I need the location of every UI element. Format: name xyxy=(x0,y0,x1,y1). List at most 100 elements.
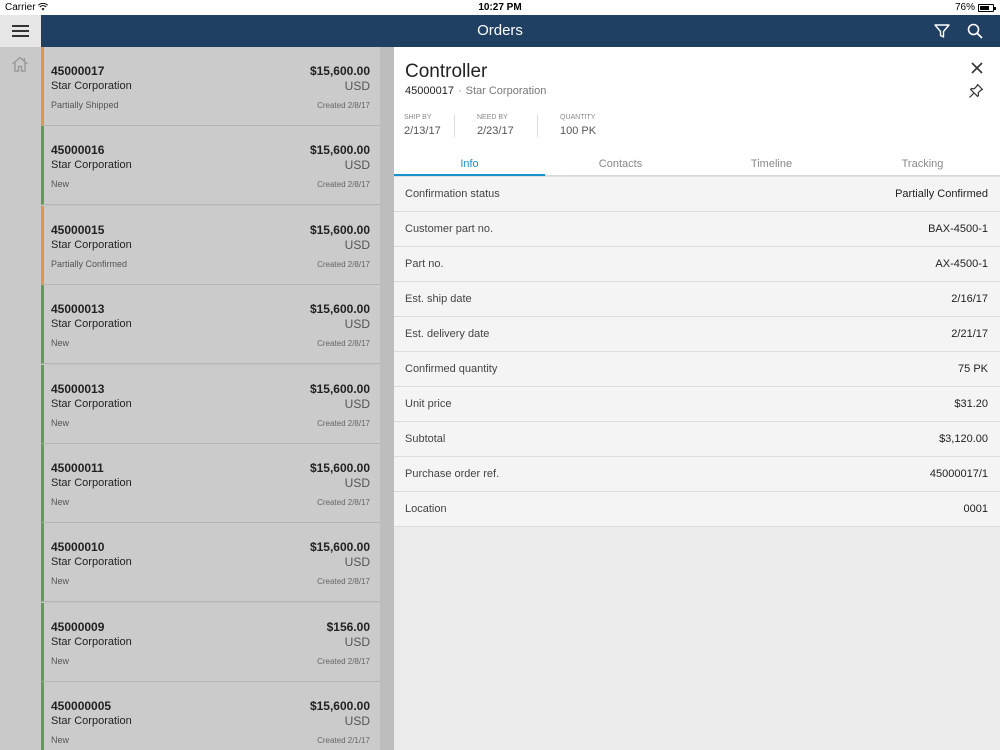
order-status: New xyxy=(51,576,70,587)
order-list-item[interactable]: 45000016 Star Corporation New $15,600.00 USD… xyxy=(41,126,380,206)
pin-icon[interactable] xyxy=(968,83,984,99)
order-list-item[interactable]: 45000010 Star Corporation New $15,600.00 USD… xyxy=(41,523,380,603)
info-row: Est. delivery date 2/21/17 xyxy=(394,317,1000,352)
quantity-value: 100 PK xyxy=(560,125,597,137)
ship-by-field: SHIP BY 2/13/17 xyxy=(404,114,441,137)
order-amount: $15,600.00 xyxy=(309,381,370,396)
side-rail xyxy=(0,47,41,750)
detail-subtitle: 45000017 · Star Corporation xyxy=(405,85,546,97)
info-row-value: Partially Confirmed xyxy=(895,188,988,200)
order-customer: Star Corporation xyxy=(51,715,132,728)
need-by-value: 2/23/17 xyxy=(477,125,514,137)
info-row-value: 45000017/1 xyxy=(929,468,988,480)
order-created-date: Created 2/8/17 xyxy=(317,180,370,190)
filter-icon[interactable] xyxy=(933,22,951,40)
home-icon[interactable] xyxy=(11,55,29,73)
order-customer: Star Corporation xyxy=(51,397,132,410)
battery-tip xyxy=(994,7,996,10)
order-list-item[interactable]: 450000005 Star Corporation New $15,600.00 US… xyxy=(41,682,380,750)
order-list-item[interactable]: 45000015 Star Corporation Partially Confir… xyxy=(41,205,380,285)
order-currency: USD xyxy=(344,634,370,649)
subtitle-separator: · xyxy=(457,85,462,97)
app-header: Orders xyxy=(0,15,1000,47)
info-table: Confirmation status Partially Confirmed Cu… xyxy=(394,176,1000,527)
detail-customer: Star Corporation xyxy=(465,85,547,97)
order-number: 45000011 xyxy=(51,461,104,475)
order-customer: Star Corporation xyxy=(51,318,132,331)
search-icon[interactable] xyxy=(966,22,984,40)
order-list-item[interactable]: 45000013 Star Corporation New $15,600.00 USD… xyxy=(41,285,380,365)
order-status: Partially Shipped xyxy=(51,100,119,110)
order-number: 45000009 xyxy=(51,619,105,634)
info-row-value: 75 PK xyxy=(958,363,988,375)
order-amount: $156.00 xyxy=(326,619,370,634)
order-currency: USD xyxy=(344,396,370,411)
order-list-item[interactable]: 45000009 Star Corporation New $156.00 USD Cre… xyxy=(41,602,380,682)
order-created-date: Created 2/8/17 xyxy=(317,339,370,349)
info-row-value: AX-4500-1 xyxy=(935,258,988,270)
order-created-date: Created 2/8/17 xyxy=(317,101,370,110)
order-currency: USD xyxy=(344,79,370,93)
order-customer: Star Corporation xyxy=(51,238,132,251)
order-status: New xyxy=(51,497,70,507)
info-row: Location 0001 xyxy=(394,492,1000,527)
battery-fill xyxy=(980,6,990,10)
need-by-field: NEED BY 2/23/17 xyxy=(477,114,514,137)
detail-header: Controller 45000017 · Star Corporation SHI… xyxy=(394,47,1000,177)
info-row-value: 0001 xyxy=(963,503,988,515)
order-detail-panel: Controller 45000017 · Star Corporation SHI… xyxy=(394,47,1000,750)
quantity-label: QUANTITY xyxy=(560,114,596,121)
status-bar: Carrier 10:27 PM 76% xyxy=(0,0,1000,15)
order-number: 45000013 xyxy=(51,302,105,317)
info-row-label: Confirmation status xyxy=(405,188,500,200)
order-amount: $15,600.00 xyxy=(309,699,370,714)
order-currency: USD xyxy=(344,714,370,729)
order-amount: $15,600.00 xyxy=(309,143,370,158)
order-created-date: Created 2/8/17 xyxy=(317,656,370,666)
order-list-item[interactable]: 45000013 Star Corporation New $15,600.00 USD… xyxy=(41,364,380,444)
panel-divider xyxy=(380,47,394,750)
detail-order-number: 45000017 xyxy=(405,85,454,97)
meta-separator xyxy=(454,115,455,137)
order-number: 45000016 xyxy=(51,143,105,158)
order-created-date: Created 2/1/17 xyxy=(317,736,370,746)
tab-tracking[interactable]: Tracking xyxy=(847,152,998,176)
info-row-label: Est. delivery date xyxy=(405,328,490,340)
need-by-label: NEED BY xyxy=(477,114,508,121)
order-number: 450000005 xyxy=(51,699,112,714)
order-customer: Star Corporation xyxy=(51,477,132,489)
info-row-value: $3,120.00 xyxy=(939,433,988,445)
info-row-label: Purchase order ref. xyxy=(405,468,500,480)
order-status: New xyxy=(51,655,70,666)
tab-contacts[interactable]: Contacts xyxy=(545,152,696,176)
order-currency: USD xyxy=(344,476,370,490)
order-list-item[interactable]: 45000017 Star Corporation Partially Shippe… xyxy=(41,47,380,126)
info-row: Confirmed quantity 75 PK xyxy=(394,352,1000,387)
battery-percent: 76% xyxy=(954,2,975,13)
order-number: 45000010 xyxy=(51,540,105,555)
order-customer: Star Corporation xyxy=(51,80,132,92)
info-row-label: Part no. xyxy=(405,258,444,270)
page-title: Orders xyxy=(477,22,523,39)
detail-title: Controller xyxy=(405,61,488,82)
order-currency: USD xyxy=(344,555,370,570)
battery-icon xyxy=(978,4,996,12)
orders-list: 45000017 Star Corporation Partially Shippe… xyxy=(41,47,380,750)
order-status: New xyxy=(51,338,70,349)
info-row-label: Customer part no. xyxy=(405,223,494,235)
close-icon[interactable] xyxy=(970,61,984,75)
order-status: New xyxy=(51,179,70,190)
meta-separator xyxy=(537,115,538,137)
tab-timeline[interactable]: Timeline xyxy=(696,152,847,176)
tab-info[interactable]: Info xyxy=(394,152,545,176)
order-status: New xyxy=(51,735,70,746)
info-row: Subtotal $3,120.00 xyxy=(394,422,1000,457)
info-row-value: 2/16/17 xyxy=(951,293,988,305)
info-row-value: BAX-4500-1 xyxy=(928,223,988,235)
order-list-item[interactable]: 45000011 Star Corporation New $15,600.00 USD… xyxy=(41,444,380,523)
order-customer: Star Corporation xyxy=(51,635,132,648)
order-currency: USD xyxy=(344,317,370,332)
order-customer: Star Corporation xyxy=(51,556,132,569)
order-status: New xyxy=(51,417,70,428)
ship-by-value: 2/13/17 xyxy=(404,125,441,137)
